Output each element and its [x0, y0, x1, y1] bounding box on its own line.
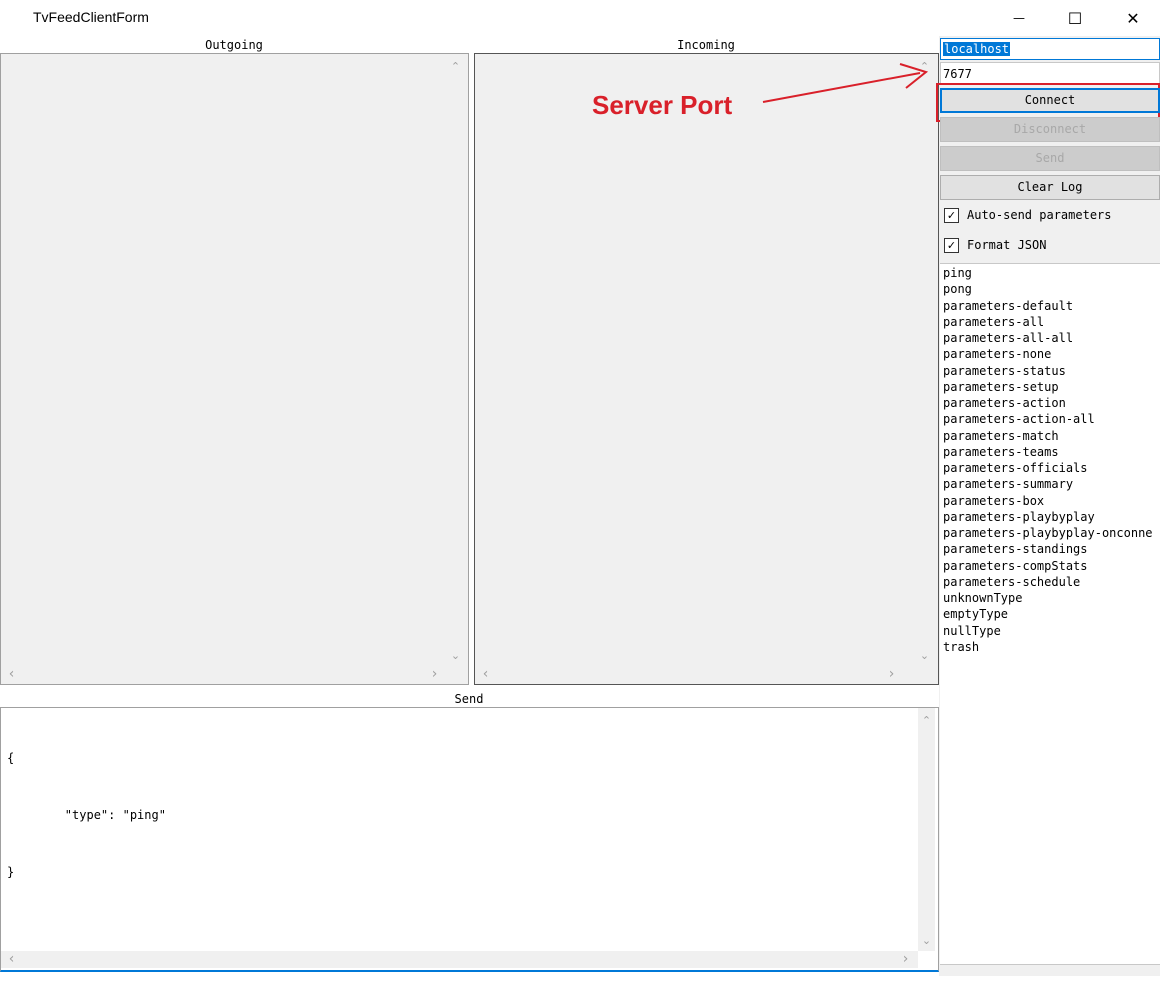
port-value: 7677 [943, 67, 972, 81]
outgoing-vscrollbar[interactable]: ⌃ ⌄ [447, 54, 464, 666]
maximize-button[interactable]: ☐ [1046, 0, 1104, 36]
scroll-right-icon[interactable]: › [897, 951, 914, 968]
clear-log-button[interactable]: Clear Log [940, 175, 1160, 200]
close-button[interactable]: ✕ [1104, 0, 1160, 36]
disconnect-button[interactable]: Disconnect [940, 117, 1160, 142]
outgoing-hscrollbar[interactable]: ‹ › [1, 666, 447, 683]
list-item[interactable]: parameters-summary [943, 476, 1153, 492]
list-item[interactable]: parameters-action [943, 395, 1153, 411]
list-item[interactable]: emptyType [943, 606, 1153, 622]
list-item[interactable]: parameters-playbyplay-onconne [943, 525, 1153, 541]
port-input[interactable]: 7677 [940, 62, 1160, 84]
list-item[interactable]: parameters-action-all [943, 411, 1153, 427]
list-item[interactable]: parameters-schedule [943, 574, 1153, 590]
close-icon: ✕ [1126, 8, 1140, 28]
message-type-list[interactable]: ping pong parameters-default parameters-all… [940, 263, 1160, 965]
outgoing-label: Outgoing [205, 38, 263, 52]
list-item[interactable]: pong [943, 281, 1153, 297]
list-item[interactable]: parameters-setup [943, 379, 1153, 395]
scroll-up-icon[interactable]: ⌃ [447, 58, 464, 75]
scroll-left-icon[interactable]: ‹ [477, 666, 494, 683]
scroll-down-icon[interactable]: ⌄ [918, 932, 935, 949]
host-input[interactable]: localhost [940, 38, 1160, 60]
list-item[interactable]: parameters-default [943, 298, 1153, 314]
list-item[interactable]: parameters-playbyplay [943, 509, 1153, 525]
send-line: { [7, 751, 15, 765]
incoming-vscrollbar[interactable]: ⌃ ⌄ [916, 54, 933, 666]
annotation-label: Server Port [592, 90, 733, 120]
scroll-down-icon[interactable]: ⌄ [447, 647, 464, 664]
format-json-checkbox[interactable]: ✓ [944, 237, 959, 253]
send-editor[interactable]: { "type": "ping" } ⌃ ⌄ ‹ › [0, 707, 939, 972]
incoming-log[interactable]: ⌃ ⌄ ‹ › [474, 53, 939, 685]
scroll-left-icon[interactable]: ‹ [3, 951, 20, 968]
incoming-label: Incoming [677, 38, 735, 52]
scroll-left-icon[interactable]: ‹ [3, 666, 20, 683]
outgoing-log[interactable]: ⌃ ⌄ ‹ › [0, 53, 469, 685]
scroll-down-icon[interactable]: ⌄ [916, 647, 933, 664]
send-label: Send [454, 692, 484, 706]
window-title: TvFeedClientForm [33, 9, 149, 25]
scroll-up-icon[interactable]: ⌃ [918, 712, 935, 729]
list-item[interactable]: parameters-compStats [943, 558, 1153, 574]
list-item[interactable]: parameters-all [943, 314, 1153, 330]
list-item[interactable]: ping [943, 265, 1153, 281]
scroll-right-icon[interactable]: › [426, 666, 443, 683]
format-json-label: Format JSON [967, 238, 1047, 252]
list-item[interactable]: unknownType [943, 590, 1153, 606]
auto-send-checkbox[interactable]: ✓ [944, 207, 959, 223]
minimize-button[interactable]: — [990, 0, 1048, 36]
send-text[interactable]: { "type": "ping" } [7, 711, 166, 920]
list-item[interactable]: parameters-all-all [943, 330, 1153, 346]
list-item[interactable]: parameters-status [943, 363, 1153, 379]
list-item[interactable]: parameters-box [943, 493, 1153, 509]
list-item[interactable]: parameters-standings [943, 541, 1153, 557]
list-item[interactable]: parameters-teams [943, 444, 1153, 460]
annotation-arrow-icon [762, 63, 929, 103]
send-vscrollbar[interactable]: ⌃ ⌄ [918, 708, 935, 951]
message-type-items: ping pong parameters-default parameters-all… [943, 265, 1153, 655]
check-icon: ✓ [946, 208, 957, 222]
auto-send-label: Auto-send parameters [967, 208, 1112, 222]
minimize-icon: — [1013, 11, 1025, 25]
host-value: localhost [943, 42, 1011, 56]
connect-button[interactable]: Connect [940, 88, 1160, 113]
list-item[interactable]: parameters-match [943, 428, 1153, 444]
check-icon: ✓ [946, 238, 957, 252]
list-item[interactable]: nullType [943, 623, 1153, 639]
incoming-hscrollbar[interactable]: ‹ › [475, 666, 916, 683]
maximize-icon: ☐ [1067, 8, 1083, 28]
scroll-right-icon[interactable]: › [883, 666, 900, 683]
send-button[interactable]: Send [940, 146, 1160, 171]
title-bar: TvFeedClientForm — ☐ ✕ [0, 0, 1160, 36]
send-line: } [7, 865, 15, 879]
auto-send-option[interactable]: ✓ Auto-send parameters [940, 201, 1160, 229]
list-item[interactable]: parameters-none [943, 346, 1153, 362]
send-hscrollbar[interactable]: ‹ › [1, 951, 918, 968]
list-item[interactable]: parameters-officials [943, 460, 1153, 476]
list-item[interactable]: trash [943, 639, 1153, 655]
format-json-option[interactable]: ✓ Format JSON [940, 231, 1160, 259]
send-line: "type": "ping" [7, 808, 166, 822]
